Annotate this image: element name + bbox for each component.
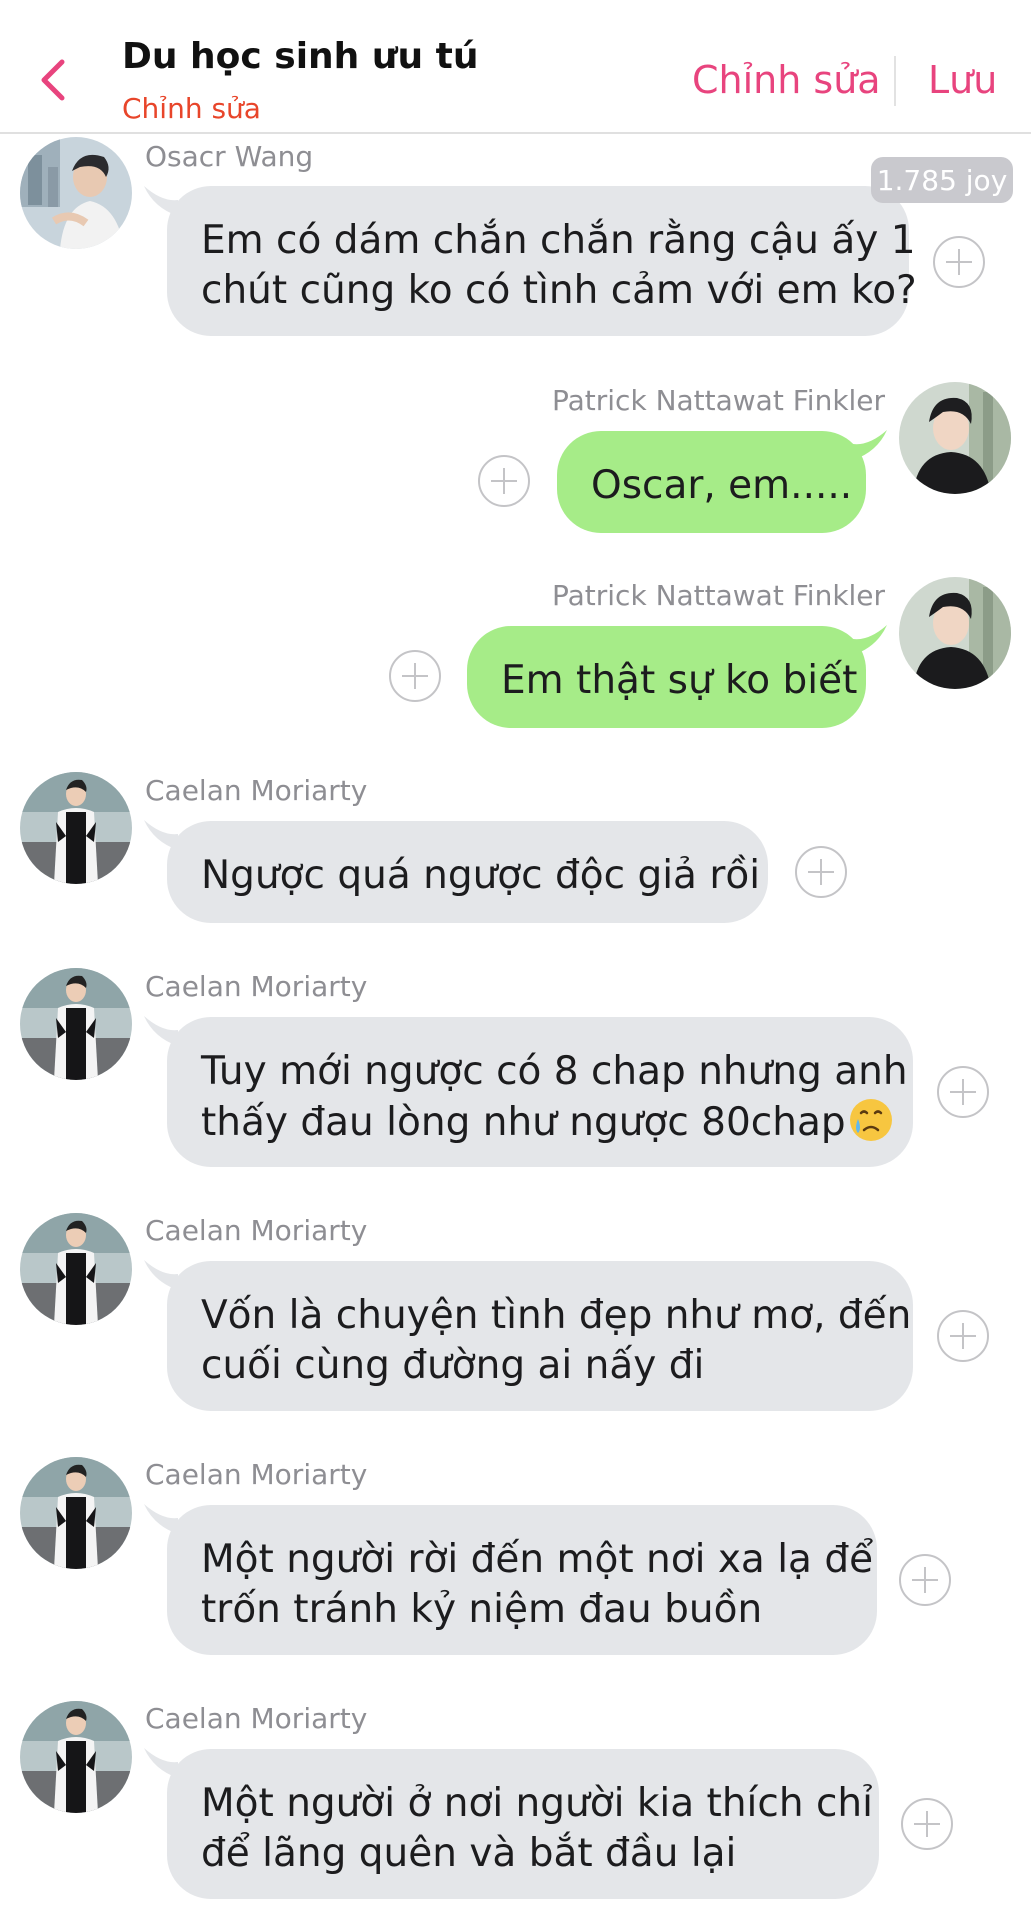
message-line: Oscar, em..... [591,463,853,508]
avatar[interactable] [20,772,132,884]
message-bubble[interactable]: Ngược quá ngược độc giả rồi [167,821,768,923]
avatar[interactable] [20,1701,132,1813]
message-line: Vốn là chuyện tình đẹp như mơ, đến [201,1293,912,1338]
avatar[interactable] [899,382,1011,494]
add-reaction-button[interactable] [795,846,847,898]
avatar[interactable] [899,577,1011,689]
message-bubble[interactable]: Tuy mới ngược có 8 chap nhưng anh thấy đ… [167,1017,913,1167]
message-line: chút cũng ko có tình cảm với em ko? [201,268,917,313]
sender-name: Caelan Moriarty [145,774,368,807]
sender-name: Caelan Moriarty [145,970,368,1003]
joy-count-badge: 1.785 joy [871,157,1013,203]
message-bubble[interactable]: Oscar, em..... [557,431,866,533]
message-line: trốn tránh kỷ niệm đau buồn [201,1587,763,1632]
page-title: Du học sinh ưu tú [122,36,479,77]
back-button[interactable] [30,52,76,108]
sender-name: Caelan Moriarty [145,1702,368,1735]
avatar[interactable] [20,1213,132,1325]
save-button[interactable]: Lưu [928,58,997,102]
add-reaction-button[interactable] [937,1066,989,1118]
message-line: Em có dám chắn chắn rằng cậu ấy 1 [201,218,916,263]
message-bubble[interactable]: Vốn là chuyện tình đẹp như mơ, đến cuối … [167,1261,913,1411]
add-reaction-button[interactable] [899,1554,951,1606]
sender-name: Osacr Wang [145,140,314,173]
message-line: cuối cùng đường ai nấy đi [201,1343,705,1388]
page-subtitle[interactable]: Chỉnh sửa [122,92,261,125]
message-bubble[interactable]: Em thật sự ko biết [467,626,866,728]
add-reaction-button[interactable] [389,650,441,702]
top-bar: Du học sinh ưu tú Chỉnh sửa Chỉnh sửa Lư… [0,0,1031,134]
avatar[interactable] [20,137,132,249]
chat-screen: Du học sinh ưu tú Chỉnh sửa Chỉnh sửa Lư… [0,0,1031,1920]
chevron-left-icon [41,59,65,101]
sender-name: Patrick Nattawat Finkler [552,579,886,612]
avatar[interactable] [20,968,132,1080]
message-line: Một người ở nơi người kia thích chỉ [201,1781,873,1826]
message-line: Em thật sự ko biết [501,658,858,703]
message-line-with-emoji: thấy đau lòng như ngược 80chap [201,1097,892,1148]
edit-button[interactable]: Chỉnh sửa [692,58,881,102]
add-reaction-button[interactable] [933,236,985,288]
message-line: Ngược quá ngược độc giả rồi [201,853,761,898]
header-divider [894,56,896,106]
crying-face-emoji [849,1099,892,1141]
message-bubble[interactable]: Một người rời đến một nơi xa lạ để trốn … [167,1505,877,1655]
message-line: thấy đau lòng như ngược 80chap [201,1100,846,1145]
message-bubble[interactable]: Em có dám chắn chắn rằng cậu ấy 1 chút c… [167,186,917,336]
add-reaction-button[interactable] [478,455,530,507]
sender-name: Caelan Moriarty [145,1458,368,1491]
add-reaction-button[interactable] [937,1310,989,1362]
avatar[interactable] [20,1457,132,1569]
sender-name: Caelan Moriarty [145,1214,368,1247]
message-bubble[interactable]: Một người ở nơi người kia thích chỉ để l… [167,1749,879,1899]
message-line: Một người rời đến một nơi xa lạ để [201,1537,874,1582]
sender-name: Patrick Nattawat Finkler [552,384,886,417]
message-line: để lãng quên và bắt đầu lại [201,1831,737,1876]
message-line: Tuy mới ngược có 8 chap nhưng anh [201,1049,908,1094]
add-reaction-button[interactable] [901,1798,953,1850]
